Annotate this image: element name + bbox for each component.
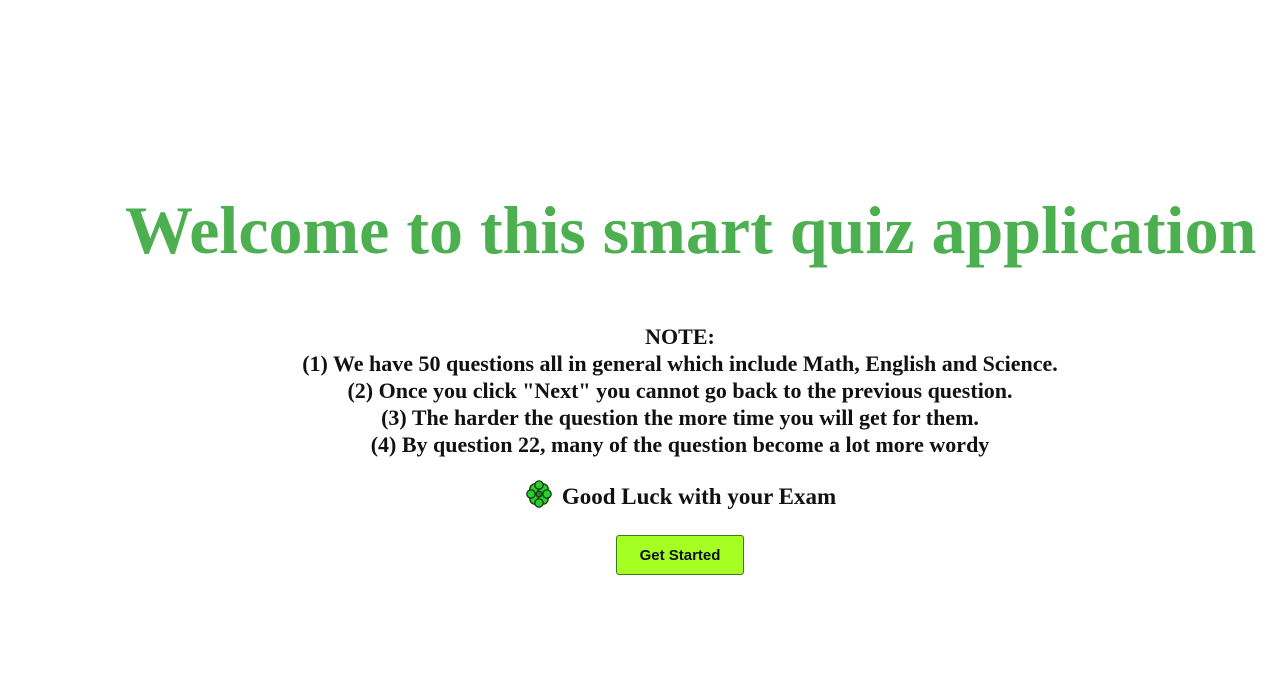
- notes-section: NOTE: (1) We have 50 questions all in ge…: [0, 323, 1283, 458]
- note-item: (1) We have 50 questions all in general …: [302, 351, 1058, 376]
- get-started-button[interactable]: Get Started: [616, 535, 744, 575]
- note-item: (3) The harder the question the more tim…: [381, 405, 979, 430]
- notes-heading: NOTE:: [645, 324, 715, 349]
- note-item: (4) By question 22, many of the question…: [370, 432, 990, 457]
- good-luck-text: Good Luck with your Exam: [561, 484, 837, 509]
- quiz-welcome-page: Welcome to this smart quiz application N…: [0, 0, 1283, 684]
- four-leaf-clover-icon: [526, 480, 552, 508]
- good-luck-message: Good Luck with your Exam: [0, 480, 1283, 513]
- note-item: (2) Once you click "Next" you cannot go …: [347, 378, 1013, 403]
- page-title: Welcome to this smart quiz application: [125, 192, 1257, 268]
